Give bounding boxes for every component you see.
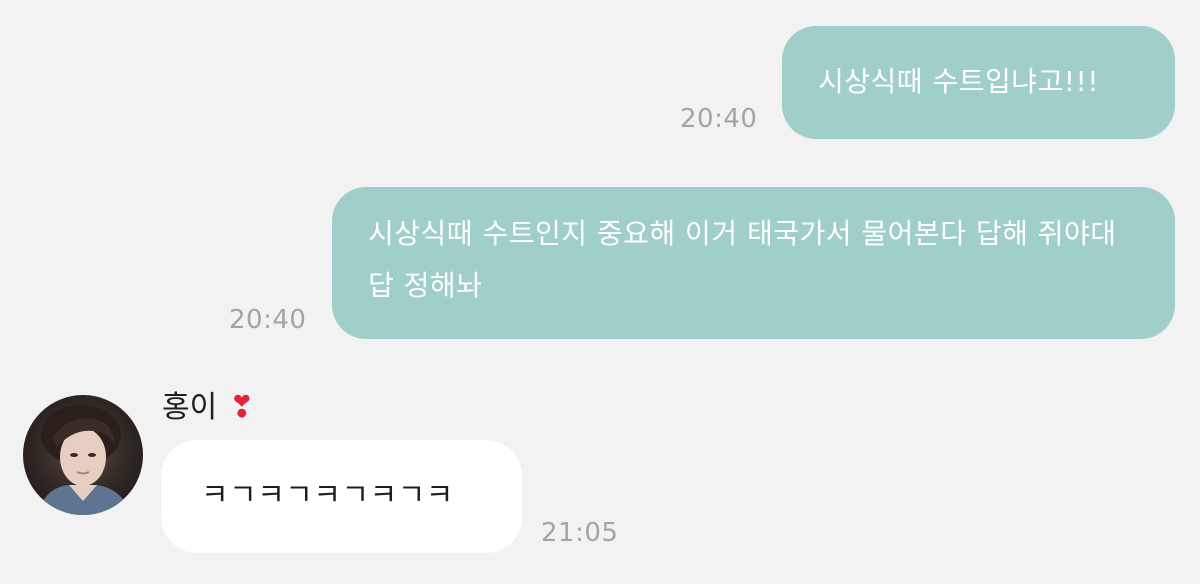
exclamation-heart-icon: ❣ [229,390,255,425]
contact-name: 홍이 [162,390,218,425]
message-timestamp: 21:05 [541,518,619,548]
sent-message-bubble[interactable]: 시상식때 수트인지 중요해 이거 태국가서 물어본다 답해 쥐야대 답 정해놔 [332,187,1175,339]
sent-message-bubble[interactable]: 시상식때 수트입냐고!!! [782,26,1175,139]
avatar-photo [37,405,131,515]
message-timestamp: 20:40 [680,104,758,134]
received-message-bubble[interactable]: ㅋㄱㅋㄱㅋㄱㅋㄱㅋ [161,440,522,553]
contact-name-row: 홍이 ❣ [162,382,254,426]
message-text: 시상식때 수트입냐고!!! [818,65,1099,98]
message-timestamp: 20:40 [229,305,307,335]
message-text: 시상식때 수트인지 중요해 이거 태국가서 물어본다 답해 쥐야대 답 정해놔 [368,217,1117,302]
avatar[interactable] [23,395,143,515]
message-text: ㅋㄱㅋㄱㅋㄱㅋㄱㅋ [201,478,454,513]
